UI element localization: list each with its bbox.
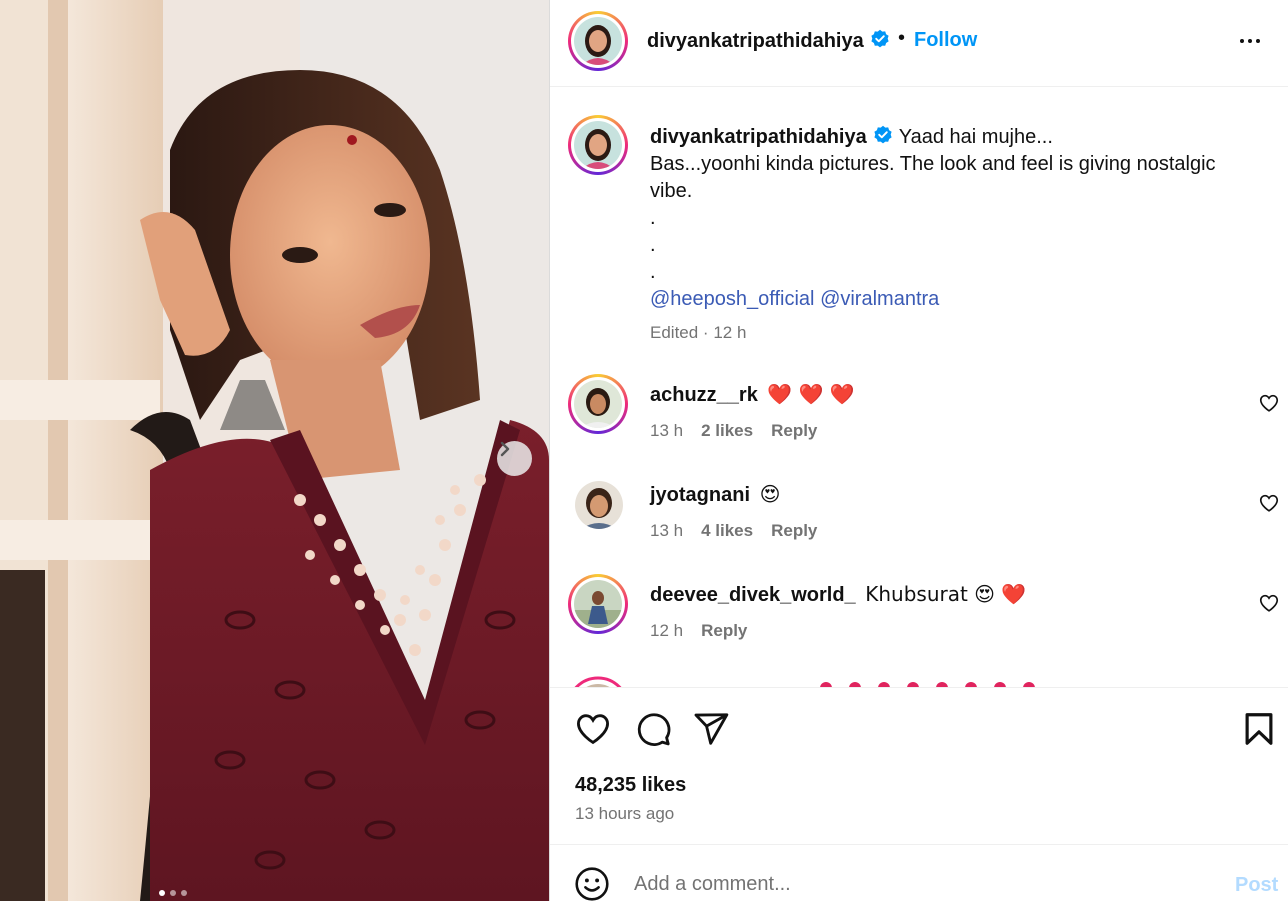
comment-body: Khubsurat 😍 ❤️ xyxy=(865,582,1027,606)
comment-meta: 12 h Reply xyxy=(650,621,747,641)
heart-icon[interactable] xyxy=(1258,592,1280,614)
commenter-avatar[interactable] xyxy=(568,374,628,434)
comment-item-partial xyxy=(550,674,1288,688)
caption-dot-1: . xyxy=(650,207,656,229)
comment-username[interactable]: achuzz__rk xyxy=(650,384,758,406)
comment-composer: Post xyxy=(550,844,1288,901)
reply-button[interactable]: Reply xyxy=(701,621,747,641)
heart-icon[interactable] xyxy=(1258,492,1280,514)
reply-button[interactable]: Reply xyxy=(771,521,817,541)
emoji-icon[interactable] xyxy=(574,866,610,901)
commenter-avatar-image xyxy=(575,481,623,529)
comment-username[interactable]: deevee_divek_world_ xyxy=(650,584,856,606)
mention-link[interactable]: @heeposh_official xyxy=(650,288,815,310)
comment-icon[interactable] xyxy=(634,710,672,748)
heart-icon[interactable] xyxy=(574,710,612,748)
comment-text: jyotagnani 😍 xyxy=(650,482,780,507)
caption-dot-2: . xyxy=(650,234,656,256)
caption-first-line: divyankatripathidahiya Yaad hai mujhe... xyxy=(650,124,1260,151)
post-timestamp: 13 hours ago xyxy=(575,804,675,823)
comment-text: achuzz__rk ❤️ ❤️ ❤️ xyxy=(650,382,855,407)
author-avatar-image xyxy=(574,17,622,65)
author-username-text[interactable]: divyankatripathidahiya xyxy=(647,30,864,52)
comment-time: 13 h xyxy=(650,521,684,540)
bookmark-icon[interactable] xyxy=(1240,710,1278,748)
carousel-dot-3 xyxy=(181,890,187,896)
caption-line-1: Yaad hai mujhe... xyxy=(898,126,1053,148)
more-options-icon-dot xyxy=(1256,39,1260,43)
comment-item: achuzz__rk ❤️ ❤️ ❤️ 13 h 2 likes Reply xyxy=(550,374,1288,464)
comment-meta: 13 h 2 likes Reply xyxy=(650,421,817,441)
carousel-indicator xyxy=(159,890,187,896)
carousel-dot-1 xyxy=(159,890,165,896)
post-header: divyankatripathidahiya • Follow xyxy=(550,0,1288,87)
comment-item: jyotagnani 😍 13 h 4 likes Reply xyxy=(550,474,1288,564)
more-options-icon xyxy=(1240,39,1244,43)
caption-mentions: @heeposh_official @viralmantra xyxy=(650,286,1260,313)
comment-item: deevee_divek_world_ Khubsurat 😍 ❤️ 12 h … xyxy=(550,574,1288,664)
chevron-right-icon xyxy=(500,441,510,457)
comment-time: 13 h xyxy=(650,421,684,440)
author-avatar[interactable] xyxy=(568,11,628,71)
caption-meta: Edited · 12 h xyxy=(650,323,747,342)
post-actions: 48,235 likes 13 hours ago xyxy=(550,687,1288,844)
more-options-button[interactable] xyxy=(1234,27,1266,55)
author-username[interactable]: divyankatripathidahiya xyxy=(647,29,890,53)
post-image[interactable] xyxy=(0,0,549,901)
share-icon[interactable] xyxy=(692,710,730,748)
partial-comment-preview xyxy=(573,676,1035,688)
carousel-dot-2 xyxy=(170,890,176,896)
reply-button[interactable]: Reply xyxy=(771,421,817,441)
post-photo-illustration xyxy=(0,0,549,901)
comment-body: ❤️ ❤️ ❤️ xyxy=(767,382,855,406)
edited-label: Edited xyxy=(650,323,699,342)
post-caption: divyankatripathidahiya Yaad hai mujhe...… xyxy=(650,124,1260,346)
commenter-avatar-image xyxy=(574,580,622,628)
mention-link[interactable]: @viralmantra xyxy=(820,288,939,310)
header-separator: • xyxy=(898,27,906,49)
post-details-panel: divyankatripathidahiya • Follow divyanka… xyxy=(549,0,1288,901)
commenter-avatar[interactable] xyxy=(568,574,628,634)
comment-body: 😍 xyxy=(759,482,781,506)
caption-author-avatar[interactable] xyxy=(568,115,628,175)
post-comment-button[interactable]: Post xyxy=(1235,874,1278,897)
likes-count[interactable]: 48,235 likes xyxy=(575,774,686,797)
heart-icon[interactable] xyxy=(1258,392,1280,414)
caption-dot-3: . xyxy=(650,261,656,283)
comment-likes[interactable]: 4 likes xyxy=(701,521,753,541)
comment-likes[interactable]: 2 likes xyxy=(701,421,753,441)
comment-time: 12 h xyxy=(650,621,684,640)
verified-badge-icon xyxy=(871,29,889,48)
more-options-icon-dot xyxy=(1248,39,1252,43)
next-photo-button[interactable] xyxy=(497,441,532,476)
follow-button[interactable]: Follow xyxy=(914,29,977,52)
caption-username[interactable]: divyankatripathidahiya xyxy=(650,126,867,148)
comment-text: deevee_divek_world_ Khubsurat 😍 ❤️ xyxy=(650,582,1026,607)
caption-line-2: Bas...yoonhi kinda pictures. The look an… xyxy=(650,153,1216,202)
comment-username[interactable]: jyotagnani xyxy=(650,484,750,506)
caption-author-avatar-image xyxy=(574,121,622,169)
comment-meta: 13 h 4 likes Reply xyxy=(650,521,817,541)
verified-badge-icon xyxy=(874,125,892,144)
comment-input[interactable] xyxy=(634,869,1214,899)
caption-time: 12 h xyxy=(713,323,747,342)
commenter-avatar[interactable] xyxy=(575,481,623,529)
commenter-avatar-image xyxy=(574,380,622,428)
